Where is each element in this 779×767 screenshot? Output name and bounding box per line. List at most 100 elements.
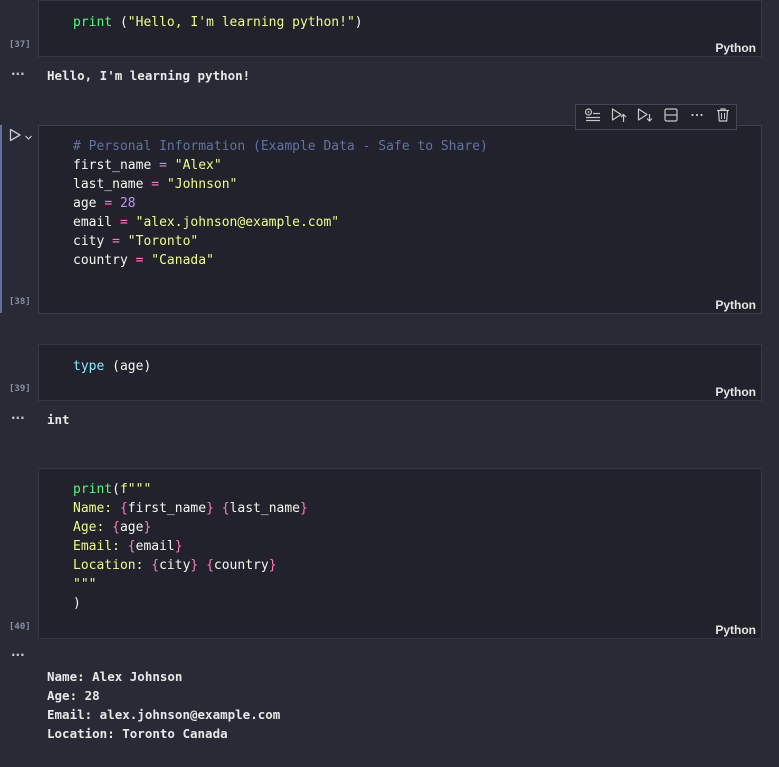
code-line: print ("Hello, I'm learning python!") xyxy=(73,15,363,30)
code-token: Name: xyxy=(73,501,120,516)
code-token: print xyxy=(73,482,113,497)
output-more-icon[interactable]: ... xyxy=(11,408,25,422)
code-token: ) xyxy=(354,15,363,30)
cell-focus-indicator xyxy=(0,125,2,313)
code-line: # Personal Information (Example Data - S… xyxy=(73,139,488,154)
execute-below-icon xyxy=(636,107,654,127)
code-token: ( xyxy=(112,15,128,30)
split-cell-icon xyxy=(663,107,679,127)
code-line: type (age) xyxy=(73,359,151,374)
code-token: city xyxy=(159,558,191,573)
code-token: = xyxy=(112,234,120,249)
code-token: first_name xyxy=(127,501,207,516)
code-token: """ xyxy=(73,577,97,592)
code-token: "Alex" xyxy=(174,158,222,173)
code-token: = xyxy=(151,177,160,192)
chevron-down-icon xyxy=(24,127,33,146)
code-token: = xyxy=(119,215,128,230)
code-token: = xyxy=(104,196,113,211)
code-editor[interactable]: print ("Hello, I'm learning python!") xyxy=(73,13,363,32)
notebook-editor: print ("Hello, I'm learning python!") Py… xyxy=(0,0,779,767)
code-token: last_name xyxy=(229,501,301,516)
code-line: city = "Toronto" xyxy=(73,234,198,249)
code-cell-40[interactable]: print(f""" Name: {first_name} {last_name… xyxy=(38,468,762,639)
code-token: age xyxy=(119,520,144,535)
split-cell-button[interactable] xyxy=(658,106,684,128)
code-editor[interactable]: type (age) xyxy=(73,357,151,376)
code-token: "Canada" xyxy=(151,253,214,268)
execution-count: [39] xyxy=(9,384,31,394)
code-token: ( xyxy=(112,482,120,497)
delete-cell-button[interactable] xyxy=(710,106,736,128)
cell-language-label[interactable]: Python xyxy=(715,41,756,55)
cell-language-label[interactable]: Python xyxy=(715,623,756,637)
execute-above-icon xyxy=(610,107,628,127)
run-by-line-button[interactable] xyxy=(580,106,606,128)
code-token: Location: xyxy=(73,558,152,573)
cell-toolbar xyxy=(575,104,737,130)
code-token: } xyxy=(268,558,277,573)
code-token: country xyxy=(73,253,136,268)
code-token: 28 xyxy=(119,196,136,211)
execute-below-button[interactable] xyxy=(632,106,658,128)
code-token: first_name xyxy=(73,158,160,173)
code-token: "Toronto" xyxy=(127,234,199,249)
more-actions-icon xyxy=(689,107,705,127)
cell-output: Name: Alex Johnson Age: 28 Email: alex.j… xyxy=(47,669,281,741)
code-token: { xyxy=(119,501,128,516)
code-line: Age: {age} xyxy=(73,520,151,535)
output-more-icon[interactable]: ... xyxy=(11,645,25,659)
code-cell-39[interactable]: type (age) Python xyxy=(38,344,762,401)
cell-output: int xyxy=(47,412,70,427)
code-cell-38[interactable]: # Personal Information (Example Data - S… xyxy=(38,125,762,314)
cell-language-label[interactable]: Python xyxy=(715,298,756,312)
code-token: Email: xyxy=(73,539,128,554)
code-token: } xyxy=(300,501,308,516)
run-cell-icon xyxy=(8,127,22,146)
code-token: Age: xyxy=(73,520,113,535)
code-token: } xyxy=(174,539,183,554)
code-line: Name: {first_name} {last_name} xyxy=(73,501,308,516)
output-more-icon[interactable]: ... xyxy=(11,64,25,78)
code-token: # Personal Information (Example Data - S… xyxy=(73,139,488,154)
code-line: email = "alex.johnson@example.com" xyxy=(73,215,339,230)
code-line: age = 28 xyxy=(73,196,136,211)
code-token: print xyxy=(73,15,113,30)
code-token: f""" xyxy=(119,482,152,497)
code-editor[interactable]: print(f""" Name: {first_name} {last_name… xyxy=(73,480,308,613)
code-token: email xyxy=(73,215,120,230)
code-token: { xyxy=(112,520,120,535)
code-cell-37[interactable]: print ("Hello, I'm learning python!") Py… xyxy=(38,0,762,57)
code-token: { xyxy=(151,558,160,573)
code-token: ) xyxy=(73,596,81,611)
code-editor[interactable]: # Personal Information (Example Data - S… xyxy=(73,137,488,270)
code-token: country xyxy=(213,558,269,573)
execute-above-button[interactable] xyxy=(606,106,632,128)
run-cell-button[interactable] xyxy=(8,127,33,146)
code-line: ) xyxy=(73,596,81,611)
cell-language-label[interactable]: Python xyxy=(715,385,756,399)
code-line: """ xyxy=(73,577,96,592)
code-line: first_name = "Alex" xyxy=(73,158,222,173)
code-token: = xyxy=(159,158,167,173)
code-token: age xyxy=(73,196,105,211)
code-token: } xyxy=(206,501,214,516)
execution-count: [38] xyxy=(9,297,31,307)
code-token: "Johnson" xyxy=(166,177,238,192)
code-token: last_name xyxy=(73,177,152,192)
code-token: { xyxy=(206,558,214,573)
code-token: { xyxy=(127,539,136,554)
code-token: "Hello, I'm learning python!" xyxy=(127,15,355,30)
more-actions-button[interactable] xyxy=(684,106,710,128)
code-line: print(f""" xyxy=(73,482,151,497)
code-token: (age) xyxy=(104,359,152,374)
code-token: type xyxy=(73,359,105,374)
execution-count: [40] xyxy=(9,622,31,632)
code-token: city xyxy=(73,234,113,249)
code-line: country = "Canada" xyxy=(73,253,214,268)
